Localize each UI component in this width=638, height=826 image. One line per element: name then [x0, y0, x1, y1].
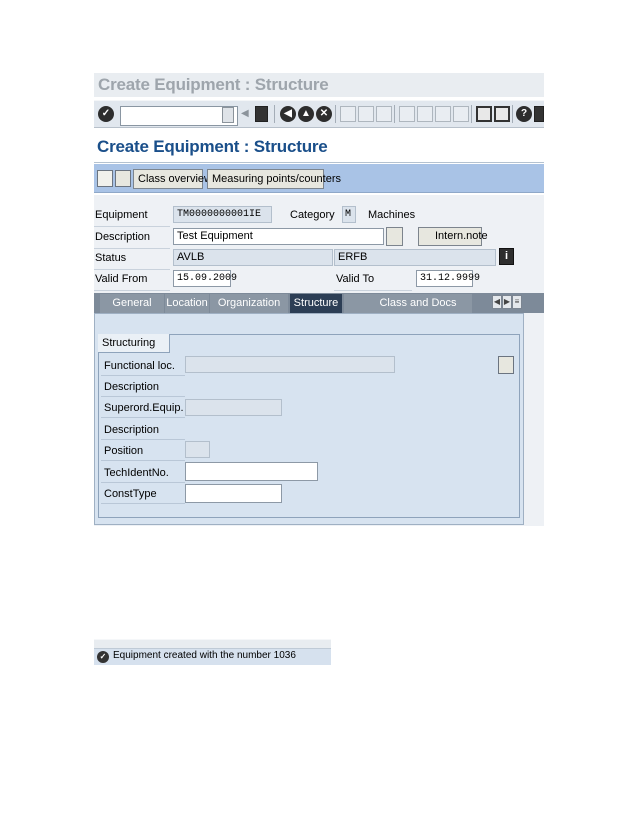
enter-icon[interactable]: ✓ [98, 106, 114, 122]
category-label: Category [290, 209, 335, 221]
consttype-field[interactable] [185, 484, 282, 503]
print-icon[interactable] [340, 106, 356, 122]
find-icon[interactable] [358, 106, 374, 122]
valid-to-label: Valid To [336, 273, 375, 285]
intern-note-button[interactable]: Intern.note [418, 227, 488, 246]
application-toolbar: Class overview Measuring points/counters [94, 164, 544, 193]
status-field[interactable]: AVLB [173, 249, 333, 266]
title-divider [94, 162, 544, 163]
tab-scroll-left-icon[interactable]: ◀ [492, 295, 502, 309]
description-2-label: Description [101, 420, 185, 440]
tab-location[interactable]: Location [165, 294, 209, 313]
shortcut-icon[interactable] [494, 106, 510, 122]
previous-page-icon[interactable] [417, 106, 433, 122]
standard-toolbar: ✓ ◀ ◀ ▲ ✕ ? [94, 100, 544, 128]
tab-scroll-right-icon[interactable]: ▶ [502, 295, 512, 309]
tab-general[interactable]: General [100, 294, 164, 313]
equipment-field[interactable]: TM0000000001IE [173, 206, 272, 223]
user-status-field[interactable]: ERFB [334, 249, 496, 266]
hierarchy-icon[interactable] [498, 356, 514, 374]
tab-class-and-docs[interactable]: Class and Docs [344, 294, 472, 313]
tab-list-icon[interactable]: ≡ [512, 295, 522, 309]
techidentno-label: TechIdentNo. [101, 463, 185, 483]
consttype-label: ConstType [101, 484, 185, 504]
position-field[interactable] [185, 441, 210, 458]
layout-menu-icon[interactable] [534, 106, 544, 122]
next-page-icon[interactable] [435, 106, 451, 122]
edit-description-icon[interactable] [386, 227, 403, 246]
window-title-bar: Create Equipment : Structure [94, 73, 544, 97]
command-history-dropdown[interactable] [222, 107, 234, 123]
functional-loc-label: Functional loc. [101, 356, 185, 376]
success-check-icon: ✓ [97, 651, 109, 663]
first-page-icon[interactable] [399, 106, 415, 122]
structuring-group-title: Structuring [98, 334, 170, 353]
category-text: Machines [368, 209, 416, 221]
valid-from-field[interactable]: 15.09.2009 [173, 270, 237, 287]
find-next-icon[interactable] [376, 106, 392, 122]
structure-icon[interactable] [115, 170, 131, 187]
category-field[interactable]: M [342, 206, 356, 223]
status-message[interactable]: Equipment created with the number 1036 [113, 650, 296, 661]
valid-from-label: Valid From [95, 273, 148, 285]
command-field[interactable] [120, 106, 238, 126]
window-title: Create Equipment : Structure [98, 75, 329, 94]
equipment-label: Equipment [95, 209, 148, 221]
techidentno-field[interactable] [185, 462, 318, 481]
position-label: Position [101, 441, 185, 461]
screen-title-area: Create Equipment : Structure [94, 132, 544, 162]
superord-equip-label: Superord.Equip. [101, 398, 185, 418]
status-info-icon[interactable]: i [499, 248, 514, 265]
page-title: Create Equipment : Structure [97, 137, 328, 156]
description-1-label: Description [101, 377, 185, 397]
functional-loc-field[interactable] [185, 356, 395, 373]
superord-equip-field[interactable] [185, 399, 282, 416]
last-page-icon[interactable] [453, 106, 469, 122]
description-label: Description [95, 231, 151, 243]
save-icon[interactable] [255, 106, 268, 122]
tab-structure[interactable]: Structure [290, 294, 342, 313]
class-overview-button[interactable]: Class overview [133, 169, 212, 189]
status-label: Status [95, 252, 127, 264]
valid-to-field[interactable]: 31.12.9999 [416, 270, 480, 287]
tab-organization[interactable]: Organization [210, 294, 288, 313]
measuring-points-button[interactable]: Measuring points/counters [207, 169, 341, 189]
status-bar: ✓ Equipment created with the number 1036 [94, 639, 331, 665]
exit-icon[interactable]: ▲ [298, 106, 314, 122]
back-nav-icon[interactable]: ◀ [280, 106, 296, 122]
description-field[interactable]: Test Equipment [173, 228, 384, 245]
help-icon[interactable]: ? [516, 106, 532, 122]
cancel-icon[interactable]: ✕ [316, 106, 332, 122]
tab-strip: General Location Organization Structure … [94, 293, 544, 313]
create-session-icon[interactable] [476, 106, 492, 122]
display-document-icon[interactable] [97, 170, 113, 187]
